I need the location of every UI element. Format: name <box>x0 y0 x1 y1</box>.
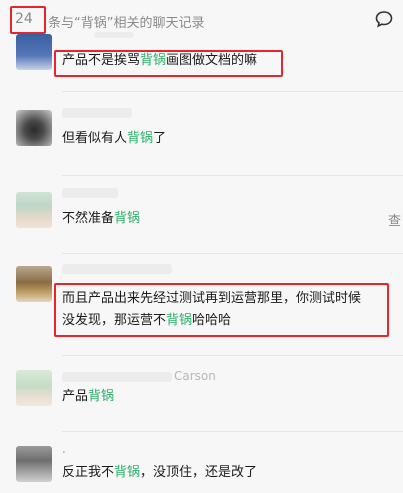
avatar <box>16 110 52 146</box>
divider <box>62 355 403 356</box>
avatar <box>16 192 52 228</box>
avatar <box>16 34 52 70</box>
truncated-date: 查 <box>387 214 401 229</box>
avatar <box>16 370 52 406</box>
list-item[interactable]: . 反正我不背锅，没顶住，还是改了 <box>0 434 403 493</box>
list-item[interactable]: 但看似有人背锅了 <box>0 100 403 176</box>
message-text: 但看似有人背锅了 <box>62 131 167 146</box>
list-item[interactable]: 而且产品出来先经过测试再到运营那里，你测试时候 没发现，那运营不背锅哈哈哈 <box>0 256 403 356</box>
chat-bubble-icon[interactable] <box>375 10 393 28</box>
blurred-sender <box>62 372 172 382</box>
message-text: 反正我不背锅，没顶住，还是改了 <box>62 465 258 480</box>
message-highlight-box <box>54 50 283 77</box>
divider <box>62 253 403 254</box>
divider <box>62 91 403 92</box>
divider <box>62 175 403 176</box>
message-text: 不然准备背锅 <box>62 211 141 226</box>
list-item[interactable]: 不然准备背锅 查 <box>0 178 403 254</box>
message-text: 产品背锅 <box>62 389 115 404</box>
list-item[interactable]: 产品不是挨骂背锅画图做文档的嘛 <box>0 30 403 92</box>
blurred-sender <box>62 188 118 198</box>
blurred-sender <box>62 264 172 274</box>
message-highlight-box <box>54 283 389 337</box>
avatar <box>16 446 52 482</box>
blurred-sender <box>62 108 132 118</box>
divider <box>62 431 403 432</box>
result-title: 条与“背锅”相关的聊天记录 <box>48 16 205 31</box>
sender-name: . <box>62 442 66 456</box>
list-item[interactable]: Carson 产品背锅 <box>0 358 403 432</box>
sender-name: Carson <box>174 369 216 383</box>
avatar <box>16 266 52 302</box>
blurred-sender <box>94 32 134 38</box>
